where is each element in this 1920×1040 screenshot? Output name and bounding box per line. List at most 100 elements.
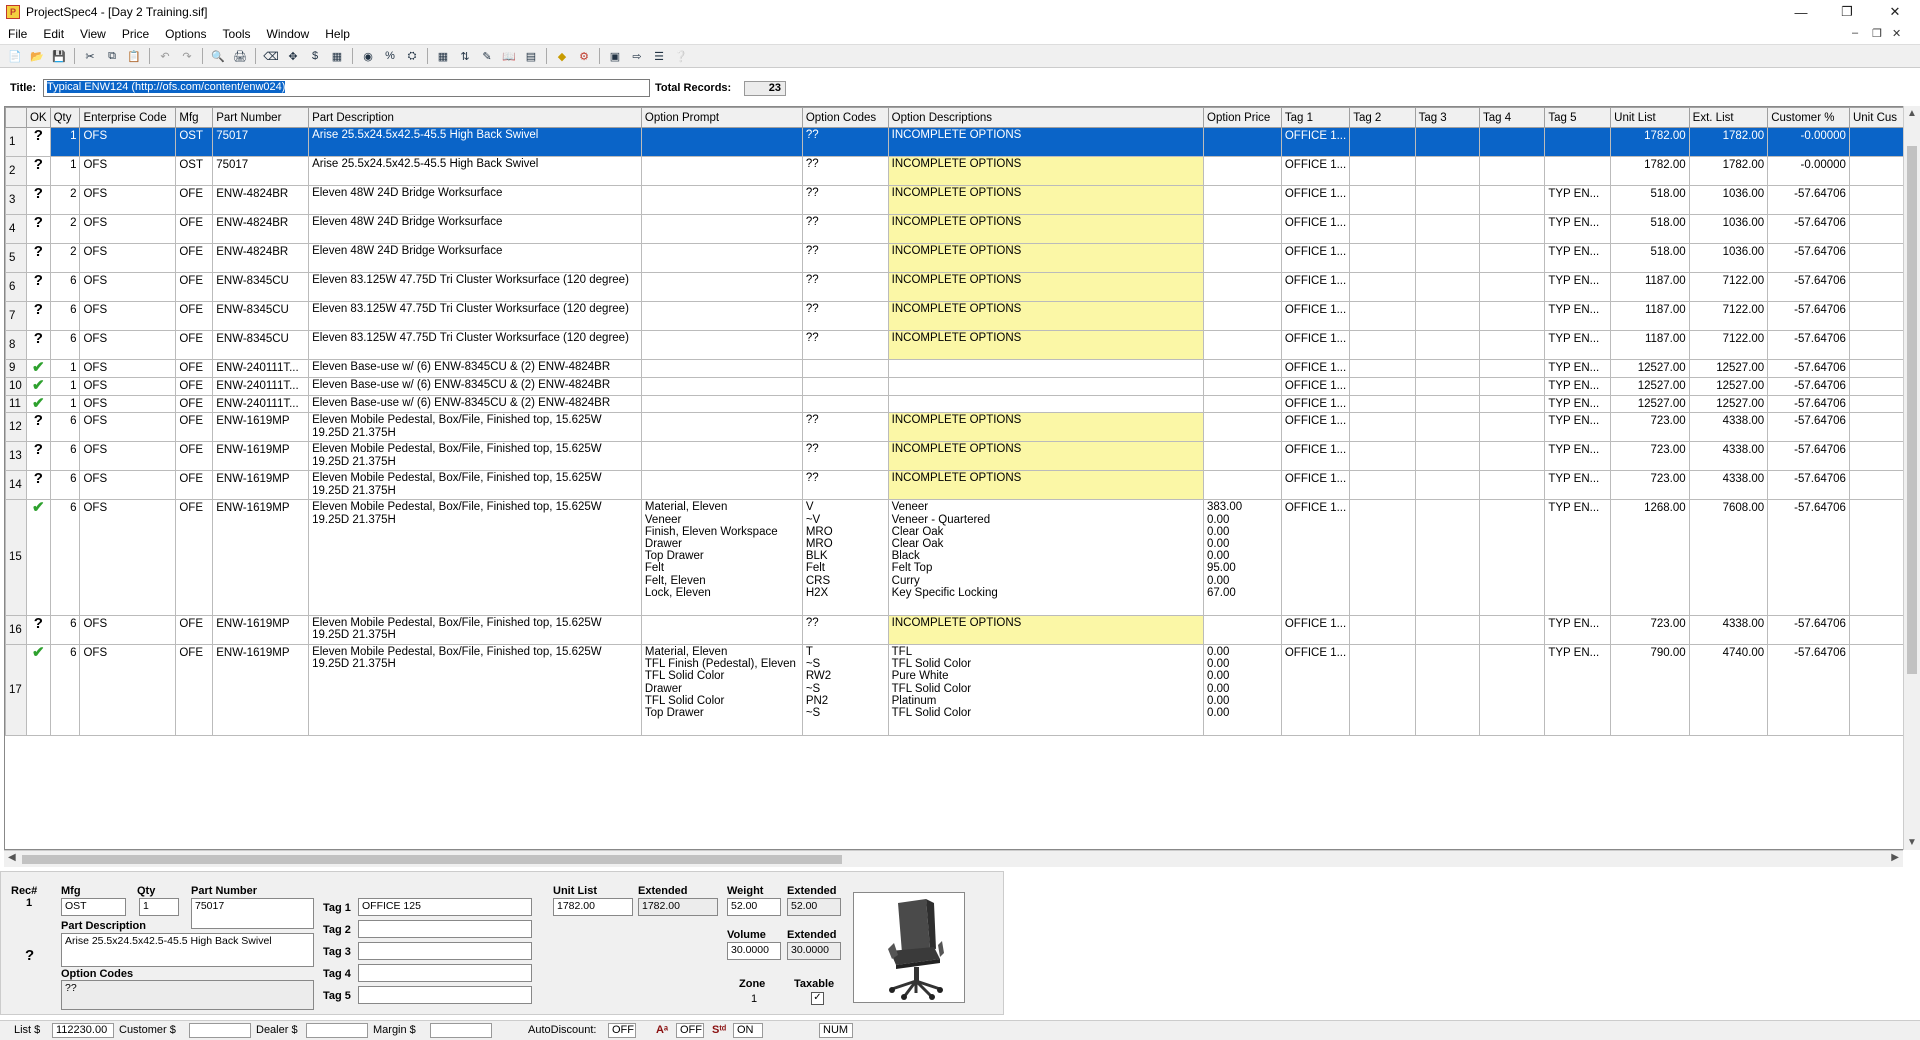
table-row[interactable]: 1? 1 OFS OST 75017 Arise 25.5x24.5x42.5-45.5 … bbox=[5, 127, 1906, 157]
validate-icon[interactable]: ◆ bbox=[553, 47, 571, 65]
table-row[interactable]: 7? 6 OFS OFE ENW-8345CU Eleven 83.125W 47.75D… bbox=[5, 301, 1906, 331]
table-row[interactable]: 5? 2 OFS OFE ENW-4824BR Eleven 48W 24D Bridge… bbox=[5, 243, 1906, 273]
row-number[interactable]: 15 bbox=[5, 499, 27, 616]
save-icon[interactable]: 💾 bbox=[50, 47, 68, 65]
std-indicator-value[interactable]: ON bbox=[733, 1023, 763, 1038]
scroll-up-icon[interactable]: ▲ bbox=[1907, 108, 1917, 119]
table-row[interactable]: 14? 6 OFS OFE ENW-1619MP Eleven Mobile Pedest… bbox=[5, 470, 1906, 501]
col-header-unit-list[interactable]: Unit List bbox=[1610, 107, 1690, 128]
row-number[interactable]: 2 bbox=[5, 156, 27, 186]
row-number[interactable]: 11 bbox=[5, 394, 27, 414]
col-header-part-number[interactable]: Part Number bbox=[212, 107, 310, 128]
vertical-scroll-thumb[interactable] bbox=[1907, 146, 1917, 674]
price-book-icon[interactable]: ▦ bbox=[328, 47, 346, 65]
menu-options[interactable]: Options bbox=[157, 27, 214, 41]
row-number[interactable]: 3 bbox=[5, 185, 27, 215]
col-header-rownum[interactable] bbox=[5, 107, 27, 128]
col-header-option-codes[interactable]: Option Codes bbox=[801, 107, 889, 128]
move-icon[interactable]: ✥ bbox=[284, 47, 302, 65]
col-header-ok[interactable]: OK bbox=[25, 107, 51, 128]
copy-icon[interactable]: ⧉ bbox=[103, 47, 121, 65]
row-number[interactable]: 4 bbox=[5, 214, 27, 244]
unit-list-field[interactable]: 1782.00 bbox=[553, 898, 633, 916]
tag1-field[interactable]: OFFICE 125 bbox=[358, 898, 532, 916]
close-button[interactable]: ✕ bbox=[1872, 0, 1918, 24]
scroll-right-icon[interactable]: ▶ bbox=[1891, 852, 1899, 863]
catalog-icon[interactable]: ▤ bbox=[522, 47, 540, 65]
table-row[interactable]: 8? 6 OFS OFE ENW-8345CU Eleven 83.125W 47.75D… bbox=[5, 330, 1906, 360]
spec-grid[interactable]: OK Qty Enterprise Code Mfg Part Number Part D… bbox=[4, 106, 1907, 850]
binoculars-icon[interactable]: ◉ bbox=[359, 47, 377, 65]
mdi-close-icon[interactable]: ✕ bbox=[1892, 27, 1901, 40]
part-number-field[interactable]: 75017 bbox=[191, 898, 314, 929]
table-row[interactable]: 16? 6 OFS OFE ENW-1619MP Eleven Mobile Pedest… bbox=[5, 614, 1906, 645]
table-row[interactable]: 9 ✔ 1 OFS OFE ENW-240111T... Eleven Base-use w… bbox=[5, 359, 1906, 378]
col-header-mfg[interactable]: Mfg bbox=[175, 107, 214, 128]
col-header-part-description[interactable]: Part Description bbox=[308, 107, 642, 128]
cut-icon[interactable]: ✂ bbox=[81, 47, 99, 65]
table-row[interactable]: 11 ✔ 1 OFS OFE ENW-240111T... Eleven Base-use … bbox=[5, 394, 1906, 414]
table-row[interactable]: 13? 6 OFS OFE ENW-1619MP Eleven Mobile Pedest… bbox=[5, 441, 1906, 472]
row-number[interactable]: 17 bbox=[5, 643, 27, 737]
redo-icon[interactable]: ↷ bbox=[178, 47, 196, 65]
row-number[interactable]: 16 bbox=[5, 614, 27, 645]
table-row[interactable]: 10 ✔ 1 OFS OFE ENW-240111T... Eleven Base-use … bbox=[5, 376, 1906, 396]
export-icon[interactable]: ⇨ bbox=[628, 47, 646, 65]
restore-button[interactable]: ❐ bbox=[1824, 0, 1870, 24]
list-icon[interactable]: ☰ bbox=[650, 47, 668, 65]
col-header-option-descriptions[interactable]: Option Descriptions bbox=[887, 107, 1205, 128]
image-icon[interactable]: ▣ bbox=[606, 47, 624, 65]
tag2-field[interactable] bbox=[358, 920, 532, 938]
col-header-qty[interactable]: Qty bbox=[49, 107, 81, 128]
tag5-field[interactable] bbox=[358, 986, 532, 1004]
col-header-option-price[interactable]: Option Price bbox=[1203, 107, 1282, 128]
mfg-field[interactable]: OST bbox=[61, 898, 126, 916]
table-row[interactable]: 2? 1 OFS OST 75017 Arise 25.5x24.5x42.5-45.5 … bbox=[5, 156, 1906, 186]
autodiscount-value[interactable]: OFF bbox=[608, 1023, 636, 1038]
menu-file[interactable]: File bbox=[0, 27, 35, 41]
tag4-field[interactable] bbox=[358, 964, 532, 982]
scroll-down-icon[interactable]: ▼ bbox=[1907, 837, 1917, 848]
scroll-left-icon[interactable]: ◀ bbox=[8, 852, 16, 863]
row-number[interactable]: 5 bbox=[5, 243, 27, 273]
table-row[interactable]: 4? 2 OFS OFE ENW-4824BR Eleven 48W 24D Bridge… bbox=[5, 214, 1906, 244]
new-file-icon[interactable]: 📄 bbox=[6, 47, 24, 65]
minimize-button[interactable]: — bbox=[1778, 0, 1824, 24]
eraser-icon[interactable]: ⌫ bbox=[262, 47, 280, 65]
qty-field[interactable]: 1 bbox=[139, 898, 179, 916]
menu-tools[interactable]: Tools bbox=[215, 27, 259, 41]
taxable-checkbox[interactable]: ✓ bbox=[811, 992, 824, 1005]
tools-icon[interactable]: ⚙ bbox=[575, 47, 593, 65]
part-description-field[interactable]: Arise 25.5x24.5x42.5-45.5 High Back Swiv… bbox=[61, 933, 314, 967]
title-input[interactable]: Typical ENW124 (http://ofs.com/content/e… bbox=[43, 79, 650, 97]
table-row[interactable]: 17 ✔ 6 OFS OFE ENW-1619MP Eleven Mobile Pedest… bbox=[5, 643, 1906, 737]
help-icon[interactable]: ❔ bbox=[672, 47, 690, 65]
col-header-option-prompt[interactable]: Option Prompt bbox=[640, 107, 803, 128]
col-header-tag1[interactable]: Tag 1 bbox=[1280, 107, 1351, 128]
weight-field[interactable]: 52.00 bbox=[727, 898, 781, 916]
row-number[interactable]: 12 bbox=[5, 412, 27, 443]
table-row[interactable]: 6? 6 OFS OFE ENW-8345CU Eleven 83.125W 47.75D… bbox=[5, 272, 1906, 302]
open-folder-icon[interactable]: 📂 bbox=[28, 47, 46, 65]
tag-icon[interactable]: ⛭ bbox=[403, 47, 421, 65]
col-header-tag5[interactable]: Tag 5 bbox=[1544, 107, 1612, 128]
mdi-minimize-icon[interactable]: – bbox=[1852, 27, 1858, 39]
option-codes-field[interactable]: ?? bbox=[61, 980, 314, 1010]
col-header-tag2[interactable]: Tag 2 bbox=[1349, 107, 1416, 128]
grid-icon[interactable]: ▦ bbox=[434, 47, 452, 65]
horizontal-scrollbar[interactable]: ◀ ▶ bbox=[4, 850, 1903, 867]
menu-help[interactable]: Help bbox=[317, 27, 358, 41]
menu-price[interactable]: Price bbox=[114, 27, 157, 41]
percent-icon[interactable]: % bbox=[381, 47, 399, 65]
tag3-field[interactable] bbox=[358, 942, 532, 960]
book-icon[interactable]: 📖 bbox=[500, 47, 518, 65]
col-header-tag3[interactable]: Tag 3 bbox=[1414, 107, 1480, 128]
row-number[interactable]: 8 bbox=[5, 330, 27, 360]
a-indicator-value[interactable]: OFF bbox=[676, 1023, 704, 1038]
sort-az-icon[interactable]: ⇅ bbox=[456, 47, 474, 65]
col-header-ext-list[interactable]: Ext. List bbox=[1688, 107, 1769, 128]
col-header-unit-cus[interactable]: Unit Cus bbox=[1848, 107, 1906, 128]
dollar-icon[interactable]: $ bbox=[306, 47, 324, 65]
table-row[interactable]: 15 ✔ 6 OFS OFE ENW-1619MP Eleven Mobile Pedest… bbox=[5, 499, 1906, 616]
undo-icon[interactable]: ↶ bbox=[156, 47, 174, 65]
